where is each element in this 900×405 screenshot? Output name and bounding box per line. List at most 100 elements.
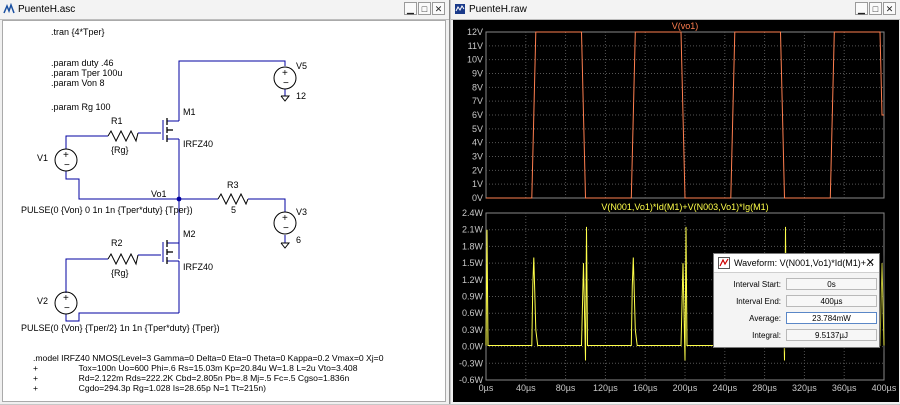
model-line-2: + Tox=100n Uo=600 Phi=.6 Rs=15.03m Kp=20…: [33, 363, 358, 373]
directive-tper: .param Tper 100u: [51, 68, 122, 78]
r3-value: 5: [231, 205, 236, 215]
r3-label: R3: [227, 180, 239, 190]
interval-start-row: Interval Start: 0s: [714, 278, 879, 292]
schematic-titlebar[interactable]: PuenteH.asc ▁ □ ✕: [0, 0, 449, 20]
integral-field[interactable]: 9.5137µJ: [786, 329, 877, 341]
y-tick-label: 7V: [472, 96, 483, 106]
y-tick-label: 1.8W: [462, 241, 484, 251]
y-tick-label: 1.5W: [462, 258, 484, 268]
interval-end-field[interactable]: 400µs: [786, 295, 877, 307]
x-tick-label: 240µs: [712, 383, 737, 393]
r2-value: {Rg}: [111, 268, 129, 278]
y-tick-label: 0V: [472, 193, 483, 203]
y-tick-label: 0.9W: [462, 292, 484, 302]
schematic-window[interactable]: PuenteH.asc ▁ □ ✕ .tran {4*Tper} .param …: [0, 0, 450, 404]
y-tick-label: 1V: [472, 179, 483, 189]
waveform-dialog[interactable]: Waveform: V(N001,Vo1)*Id(M1)+... ✕ Inter…: [713, 253, 880, 348]
waveform-titlebar[interactable]: PuenteH.raw ▁ □ ✕: [451, 0, 900, 20]
y-tick-label: 5V: [472, 124, 483, 134]
m2-label: M2: [183, 229, 196, 239]
dialog-close-icon[interactable]: ✕: [866, 256, 875, 269]
v1-label: V1: [37, 153, 48, 163]
waveform-file-icon: [455, 4, 465, 14]
model-line-3: + Rd=2.122m Rds=222.2K Cbd=2.805n Pb=.8 …: [33, 373, 349, 383]
x-tick-label: 360µs: [832, 383, 857, 393]
plot-title: V(vo1): [672, 21, 699, 31]
svg-text:−: −: [64, 303, 70, 314]
y-tick-label: 2V: [472, 165, 483, 175]
svg-text:−: −: [64, 160, 70, 171]
wires: [65, 60, 286, 322]
m2-part: IRFZ40: [183, 262, 213, 272]
y-tick-label: 1.2W: [462, 275, 484, 285]
schematic-file-icon: [3, 3, 15, 14]
v3-value: 6: [296, 235, 301, 245]
y-tick-label: 2.4W: [462, 208, 484, 218]
plot-title: V(N001,Vo1)*Id(M1)+V(N003,Vo1)*Ig(M1): [601, 202, 768, 212]
y-tick-label: 3V: [472, 152, 483, 162]
x-tick-label: 320µs: [792, 383, 817, 393]
maximize-button[interactable]: □: [418, 2, 431, 15]
model-line-1: .model IRFZ40 NMOS(Level=3 Gamma=0 Delta…: [33, 353, 384, 363]
directive-tran: .tran {4*Tper}: [51, 27, 105, 37]
y-tick-label: 2.1W: [462, 225, 484, 235]
integral-label: Integral:: [752, 331, 781, 340]
directive-von: .param Von 8: [51, 78, 105, 88]
waveform-dialog-icon: [718, 257, 730, 269]
v5-label: V5: [296, 61, 307, 71]
y-tick-label: 12V: [467, 27, 483, 37]
average-row: Average: 23.784mW: [714, 312, 879, 326]
y-tick-label: -0.3W: [459, 358, 484, 368]
schematic-window-title: PuenteH.asc: [18, 4, 76, 15]
maximize-button[interactable]: □: [869, 2, 882, 15]
r1-label: R1: [111, 116, 123, 126]
x-tick-label: 120µs: [593, 383, 618, 393]
x-tick-label: 160µs: [633, 383, 658, 393]
pulse-v1-text: PULSE(0 {Von} 0 1n 1n {Tper*duty} {Tper}…: [21, 205, 193, 215]
node-vo1-label: Vo1: [151, 189, 167, 199]
x-tick-label: 80µs: [556, 383, 576, 393]
dialog-title: Waveform: V(N001,Vo1)*Id(M1)+...: [734, 258, 874, 268]
directive-duty: .param duty .46: [51, 58, 114, 68]
v5-value: 12: [296, 91, 306, 101]
x-tick-label: 40µs: [516, 383, 536, 393]
y-tick-label: 0.6W: [462, 308, 484, 318]
minimize-button[interactable]: ▁: [404, 2, 417, 15]
y-tick-label: 10V: [467, 55, 483, 65]
interval-end-label: Interval End:: [736, 297, 781, 306]
interval-start-field[interactable]: 0s: [786, 278, 877, 290]
y-tick-label: 0.0W: [462, 342, 484, 352]
svg-text:−: −: [283, 78, 289, 89]
x-tick-label: 0µs: [479, 383, 494, 393]
schematic-canvas[interactable]: .tran {4*Tper} .param duty .46 .param Tp…: [2, 20, 446, 402]
v3-label: V3: [296, 207, 307, 217]
interval-end-row: Interval End: 400µs: [714, 295, 879, 309]
v2-label: V2: [37, 296, 48, 306]
y-tick-label: 8V: [472, 82, 483, 92]
y-tick-label: 11V: [468, 41, 483, 51]
x-tick-label: 200µs: [673, 383, 698, 393]
m1-part: IRFZ40: [183, 139, 213, 149]
dialog-titlebar[interactable]: Waveform: V(N001,Vo1)*Id(M1)+... ✕: [714, 254, 879, 273]
pulse-v2-text: PULSE(0 {Von} {Tper/2} 1n 1n {Tper*duty}…: [21, 323, 220, 333]
m1-label: M1: [183, 107, 196, 117]
close-button[interactable]: ✕: [883, 2, 896, 15]
x-tick-label: 400µs: [872, 383, 897, 393]
r2-label: R2: [111, 238, 123, 248]
interval-start-label: Interval Start:: [733, 280, 781, 289]
x-tick-label: 280µs: [752, 383, 777, 393]
waveform-window-title: PuenteH.raw: [469, 4, 527, 15]
model-line-4: + Cgdo=294.3p Rg=1.028 Is=28.65p N=1 Tt=…: [33, 383, 266, 393]
directive-rg: .param Rg 100: [51, 102, 111, 112]
svg-text:−: −: [283, 223, 289, 234]
y-tick-label: 4V: [472, 138, 483, 148]
average-label: Average:: [749, 314, 781, 323]
y-tick-label: 0.3W: [462, 325, 484, 335]
integral-row: Integral: 9.5137µJ: [714, 329, 879, 343]
minimize-button[interactable]: ▁: [855, 2, 868, 15]
average-field[interactable]: 23.784mW: [786, 312, 877, 324]
y-tick-label: 9V: [472, 69, 483, 79]
close-button[interactable]: ✕: [432, 2, 445, 15]
y-tick-label: 6V: [472, 110, 483, 120]
r1-value: {Rg}: [111, 145, 129, 155]
